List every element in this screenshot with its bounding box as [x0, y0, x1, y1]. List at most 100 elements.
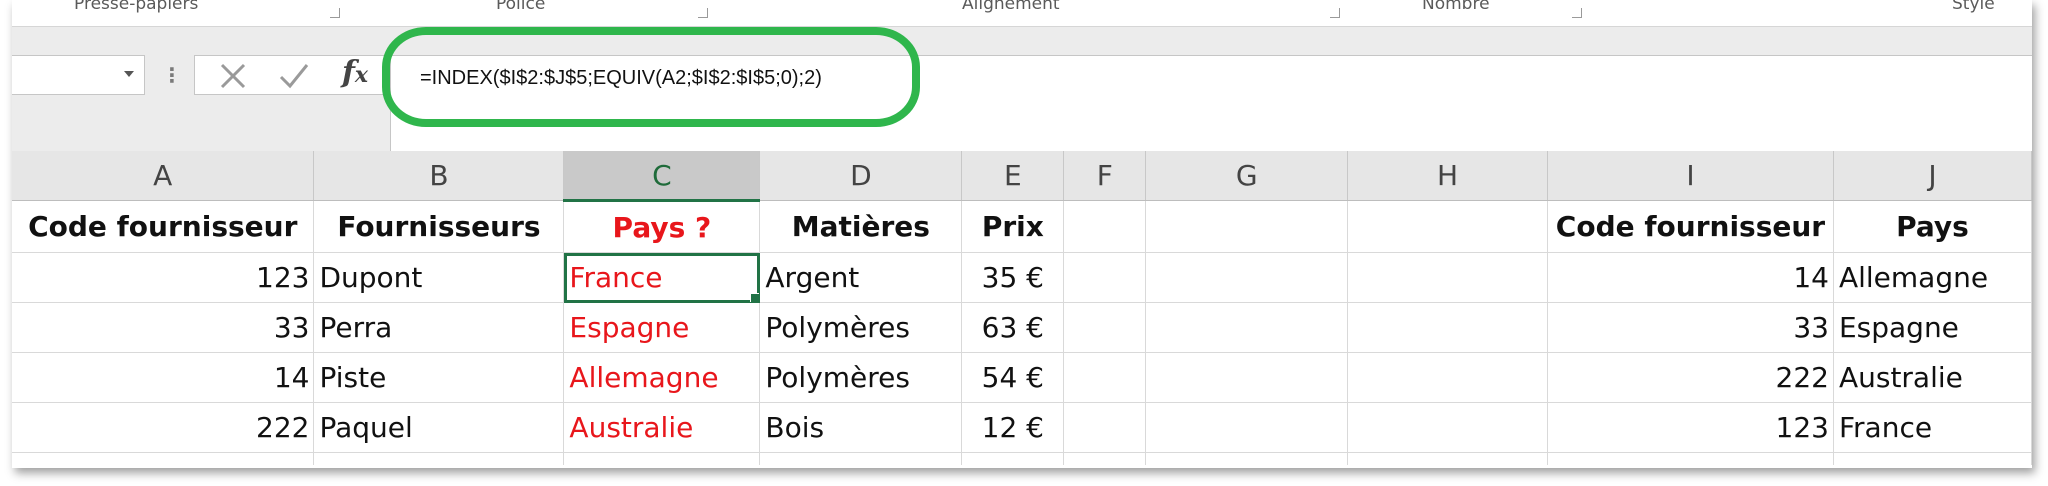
column-header-b[interactable]: B — [313, 151, 565, 201]
column-header-d[interactable]: D — [759, 151, 963, 201]
ribbon-group-alignment[interactable]: Alignement — [962, 0, 1060, 14]
ribbon-group-number[interactable]: Nombre — [1422, 0, 1490, 14]
cell-i6[interactable] — [1547, 452, 1834, 465]
cell-g2[interactable] — [1145, 252, 1349, 303]
spreadsheet-grid: A B C D E F G H I J Code fournisseur Fou… — [12, 151, 2032, 465]
cell-j5[interactable]: France — [1833, 402, 2032, 453]
cell-e5[interactable]: 12 € — [961, 402, 1065, 453]
table-row: 123 Dupont France Argent 35 € 14 Allemag… — [12, 252, 2032, 303]
cell-f1[interactable] — [1063, 200, 1147, 253]
cell-a3[interactable]: 33 — [12, 302, 315, 353]
cell-a2[interactable]: 123 — [12, 252, 315, 303]
cell-f2[interactable] — [1063, 252, 1147, 303]
ribbon-group-style[interactable]: Style — [1952, 0, 1995, 14]
cell-c2-value: France — [569, 261, 663, 294]
formula-bar: ⋮ fx =INDEX($I$2:$J$5;EQUIV(A2;$I$2:$I$5… — [12, 27, 2032, 161]
cell-j3[interactable]: Espagne — [1833, 302, 2032, 353]
cell-f5[interactable] — [1063, 402, 1147, 453]
cell-a5[interactable]: 222 — [12, 402, 315, 453]
cell-h5[interactable] — [1347, 402, 1548, 453]
table-row: Code fournisseur Fournisseurs Pays ? Mat… — [12, 200, 2032, 253]
cell-c6[interactable] — [563, 452, 761, 465]
column-header-c[interactable]: C — [563, 151, 761, 202]
cell-e6[interactable] — [961, 452, 1065, 465]
cell-b6[interactable] — [313, 452, 565, 465]
cell-d4[interactable]: Polymères — [759, 352, 963, 403]
cell-i4[interactable]: 222 — [1547, 352, 1834, 403]
cell-b5[interactable]: Paquel — [313, 402, 565, 453]
cell-e1[interactable]: Prix — [961, 200, 1065, 253]
cell-j6[interactable] — [1833, 452, 2032, 465]
column-header-g[interactable]: G — [1145, 151, 1349, 201]
cell-b3[interactable]: Perra — [313, 302, 565, 353]
column-header-i[interactable]: I — [1547, 151, 1834, 201]
cell-h2[interactable] — [1347, 252, 1548, 303]
column-header-a[interactable]: A — [12, 151, 315, 201]
column-header-f[interactable]: F — [1063, 151, 1147, 201]
excel-window: Presse-papiers Police Alignement Nombre … — [12, 0, 2032, 468]
cell-d3[interactable]: Polymères — [759, 302, 963, 353]
cell-h1[interactable] — [1347, 200, 1548, 253]
fill-handle[interactable] — [750, 293, 759, 302]
cell-c3[interactable]: Espagne — [563, 302, 761, 353]
dialog-launcher-icon[interactable] — [1330, 8, 1340, 18]
insert-function-icon[interactable]: fx — [342, 55, 368, 90]
cancel-x-icon[interactable] — [219, 62, 247, 90]
cell-e2[interactable]: 35 € — [961, 252, 1065, 303]
cell-a6[interactable] — [12, 452, 315, 465]
cell-i1[interactable]: Code fournisseur — [1547, 200, 1834, 253]
cell-i3[interactable]: 33 — [1547, 302, 1834, 353]
cell-d5[interactable]: Bois — [759, 402, 963, 453]
formula-highlight-ellipse — [382, 27, 920, 127]
dialog-launcher-icon[interactable] — [698, 8, 708, 18]
cell-d6[interactable] — [759, 452, 963, 465]
cell-h6[interactable] — [1347, 452, 1548, 465]
cell-g5[interactable] — [1145, 402, 1349, 453]
cell-b1[interactable]: Fournisseurs — [313, 200, 565, 253]
cell-b2[interactable]: Dupont — [313, 252, 565, 303]
cell-e3[interactable]: 63 € — [961, 302, 1065, 353]
cell-g1[interactable] — [1145, 200, 1349, 253]
dialog-launcher-icon[interactable] — [330, 8, 340, 18]
cell-j4[interactable]: Australie — [1833, 352, 2032, 403]
cell-g3[interactable] — [1145, 302, 1349, 353]
cell-j1[interactable]: Pays — [1833, 200, 2032, 253]
column-header-h[interactable]: H — [1347, 151, 1548, 201]
formula-buttons: fx — [194, 55, 389, 95]
cell-e4[interactable]: 54 € — [961, 352, 1065, 403]
column-header-row: A B C D E F G H I J — [12, 151, 2032, 202]
cell-g4[interactable] — [1145, 352, 1349, 403]
formula-bar-grip-icon[interactable]: ⋮ — [162, 63, 182, 87]
table-row: 222 Paquel Australie Bois 12 € 123 Franc… — [12, 402, 2032, 453]
name-box[interactable] — [12, 55, 145, 95]
column-header-e[interactable]: E — [961, 151, 1065, 201]
cell-i2[interactable]: 14 — [1547, 252, 1834, 303]
checkmark-icon[interactable] — [279, 62, 309, 90]
cell-f4[interactable] — [1063, 352, 1147, 403]
table-row: 14 Piste Allemagne Polymères 54 € 222 Au… — [12, 352, 2032, 403]
table-row: 33 Perra Espagne Polymères 63 € 33 Espag… — [12, 302, 2032, 353]
cell-b4[interactable]: Piste — [313, 352, 565, 403]
ribbon-group-clipboard[interactable]: Presse-papiers — [74, 0, 198, 14]
cell-c1[interactable]: Pays ? — [563, 200, 761, 253]
table-row-partial — [12, 452, 2032, 465]
cell-a4[interactable]: 14 — [12, 352, 315, 403]
ribbon-group-font[interactable]: Police — [496, 0, 545, 14]
cell-d1[interactable]: Matières — [759, 200, 963, 253]
chevron-down-icon[interactable] — [124, 71, 134, 77]
dialog-launcher-icon[interactable] — [1572, 8, 1582, 18]
cell-c4[interactable]: Allemagne — [563, 352, 761, 403]
cell-d2[interactable]: Argent — [759, 252, 963, 303]
column-header-j[interactable]: J — [1833, 151, 2032, 201]
cell-f6[interactable] — [1063, 452, 1147, 465]
cell-h3[interactable] — [1347, 302, 1548, 353]
cell-c2-active[interactable]: France — [563, 252, 761, 303]
cell-g6[interactable] — [1145, 452, 1349, 465]
cell-h4[interactable] — [1347, 352, 1548, 403]
cell-c5[interactable]: Australie — [563, 402, 761, 453]
cell-j2[interactable]: Allemagne — [1833, 252, 2032, 303]
cell-a1[interactable]: Code fournisseur — [12, 200, 315, 253]
cell-i5[interactable]: 123 — [1547, 402, 1834, 453]
cell-f3[interactable] — [1063, 302, 1147, 353]
ribbon-group-labels: Presse-papiers Police Alignement Nombre … — [12, 0, 2032, 27]
